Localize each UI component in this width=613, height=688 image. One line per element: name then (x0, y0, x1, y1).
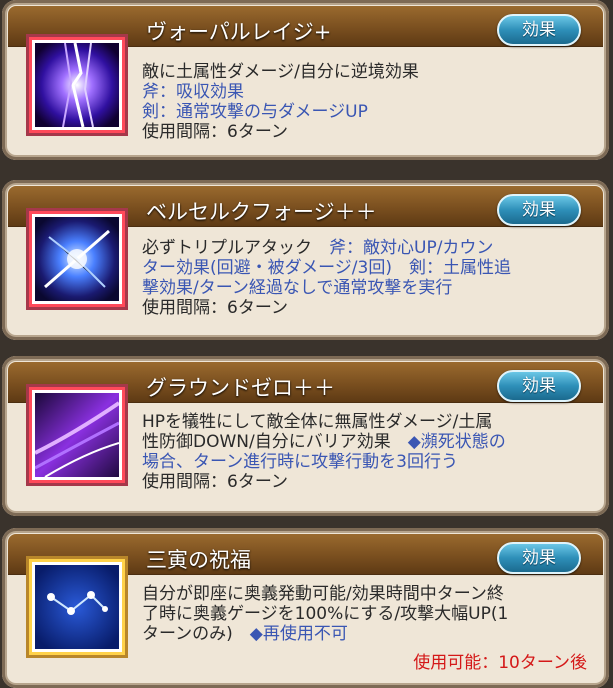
desc-text: 敵に土属性ダメージ/自分に逆境効果 (142, 62, 419, 82)
skill-title: 三寅の祝福 (146, 548, 251, 572)
purple-lightning-icon (29, 37, 125, 133)
desc-text: 斧：吸収効果 (142, 82, 244, 102)
effect-button[interactable]: 効果 (497, 370, 581, 402)
skill-title: グラウンドゼロ＋＋ (146, 376, 335, 400)
desc-text: 了時に奥義ゲージを100%にする/攻撃大幅UP(1 (142, 604, 509, 624)
desc-line: 了時に奥義ゲージを100%にする/攻撃大幅UP(1 (142, 604, 585, 624)
effect-button[interactable]: 効果 (497, 14, 581, 46)
skill-card-1: ヴォーパルレイジ+ 効果 敵に土属性ダメージ/自分に逆境効果 斧：吸収効果 剣：… (2, 0, 609, 160)
desc-line: 性防御DOWN/自分にバリア効果 ◆瀕死状態の (142, 432, 585, 452)
effect-button[interactable]: 効果 (497, 194, 581, 226)
desc-text: 場合、ターン進行時に攻撃行動を3回行う (142, 452, 458, 472)
desc-text: 自分が即座に奥義発動可能/効果時間中ターン終 (142, 584, 504, 604)
desc-line: 自分が即座に奥義発動可能/効果時間中ターン終 (142, 584, 585, 604)
skill-title: ヴォーパルレイジ+ (146, 20, 332, 44)
desc-text: 剣：通常攻撃の与ダメージUP (142, 102, 368, 122)
desc-text: 性防御DOWN/自分にバリア効果 (142, 432, 408, 452)
skill-description: 自分が即座に奥義発動可能/効果時間中ターン終 了時に奥義ゲージを100%にする/… (142, 584, 585, 644)
desc-line: 敵に土属性ダメージ/自分に逆境効果 (142, 62, 585, 82)
desc-text: ◆再使用不可 (249, 624, 348, 644)
desc-line: ター効果(回避・被ダメージ/3回) 剣：土属性追 (142, 258, 585, 278)
desc-line: ターンのみ) ◆再使用不可 (142, 624, 585, 644)
desc-text: ター効果(回避・被ダメージ/3回) 剣：土属性追 (142, 258, 511, 278)
desc-text: ◆瀕死状態の (407, 432, 506, 452)
desc-line: 使用間隔：6ターン (142, 298, 585, 318)
blue-burst-icon (29, 211, 125, 307)
constellation-icon (29, 559, 125, 655)
skill-card-3: グラウンドゼロ＋＋ 効果 HPを犠牲にして敵全体に無属性ダメージ/土属 性防御D… (2, 356, 609, 516)
desc-line: 撃効果/ターン経過なしで通常攻撃を実行 (142, 278, 585, 298)
desc-line: 使用間隔：6ターン (142, 472, 585, 492)
desc-text: 必ずトリプルアタック (142, 238, 329, 258)
desc-text: 斧：敵対心UP/カウン (329, 238, 494, 258)
desc-line: 場合、ターン進行時に攻撃行動を3回行う (142, 452, 585, 472)
skill-card-2: ベルセルクフォージ＋＋ 効果 必ずトリプルアタック 斧：敵対心UP/カウン ター… (2, 180, 609, 340)
cooldown-interval: 使用間隔：6ターン (142, 298, 288, 318)
desc-text: ターンのみ) (142, 624, 250, 644)
desc-line: 必ずトリプルアタック 斧：敵対心UP/カウン (142, 238, 585, 258)
desc-line: 斧：吸収効果 (142, 82, 585, 102)
skill-description: 必ずトリプルアタック 斧：敵対心UP/カウン ター効果(回避・被ダメージ/3回)… (142, 238, 585, 318)
desc-text: HPを犠牲にして敵全体に無属性ダメージ/土属 (142, 412, 493, 432)
desc-text: 撃効果/ターン経過なしで通常攻撃を実行 (142, 278, 453, 298)
desc-line: 剣：通常攻撃の与ダメージUP (142, 102, 585, 122)
cooldown-interval: 使用間隔：6ターン (142, 122, 288, 142)
skill-title: ベルセルクフォージ＋＋ (146, 200, 377, 224)
desc-line: 使用間隔：6ターン (142, 122, 585, 142)
desc-line: HPを犠牲にして敵全体に無属性ダメージ/土属 (142, 412, 585, 432)
skill-description: HPを犠牲にして敵全体に無属性ダメージ/土属 性防御DOWN/自分にバリア効果 … (142, 412, 585, 492)
skill-card-4: 三寅の祝福 効果 自分が即座に奥義発動可能/効果時間中ターン終 了時に奥義ゲージ… (2, 528, 609, 688)
effect-button[interactable]: 効果 (497, 542, 581, 574)
skill-description: 敵に土属性ダメージ/自分に逆境効果 斧：吸収効果 剣：通常攻撃の与ダメージUP … (142, 62, 585, 142)
cooldown-interval: 使用間隔：6ターン (142, 472, 288, 492)
purple-swirl-icon (29, 387, 125, 483)
cooldown-remaining: 使用可能：10ターン後 (413, 653, 587, 673)
